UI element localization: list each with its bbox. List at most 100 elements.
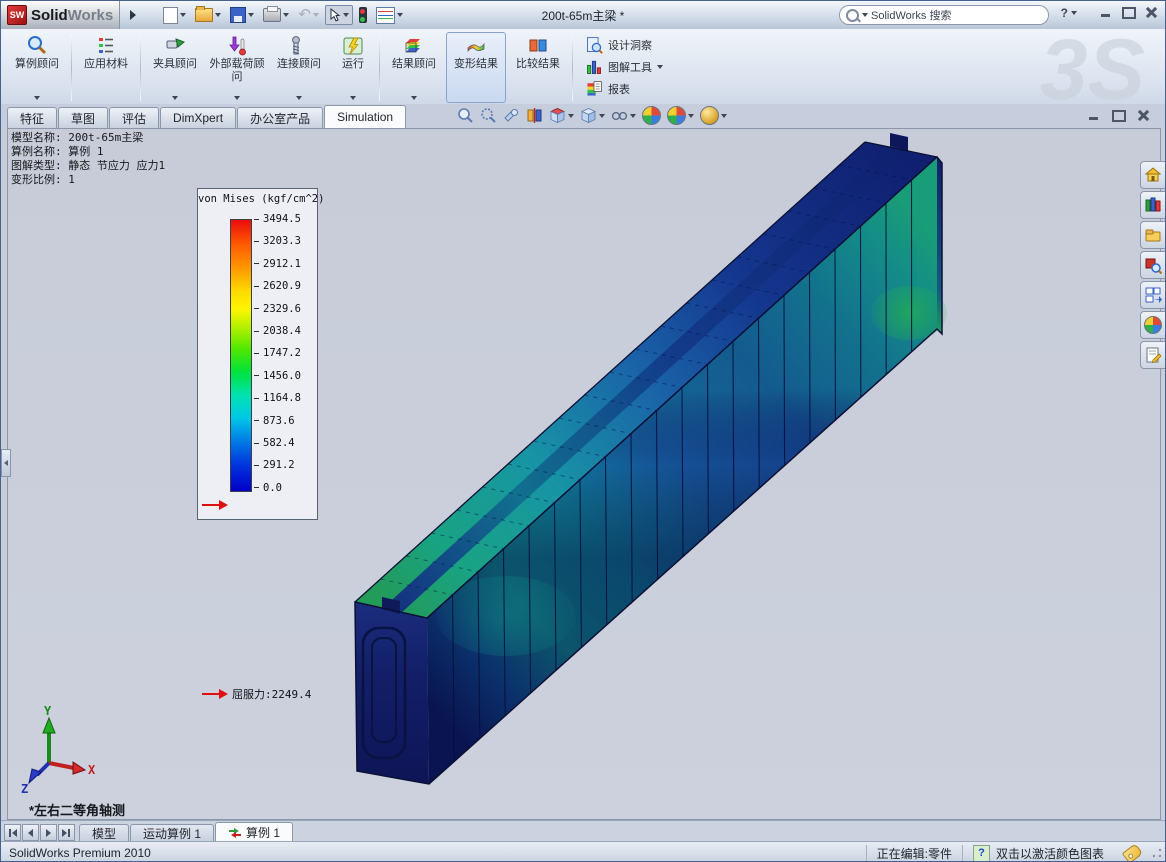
save-button[interactable]	[227, 5, 257, 25]
tag-icon[interactable]	[1122, 843, 1143, 862]
document-window-controls	[1086, 109, 1151, 122]
dropdown-arrow-icon[interactable]	[283, 13, 289, 17]
simulation-advisor-button[interactable]	[356, 5, 370, 25]
next-tab-button[interactable]	[40, 824, 57, 841]
close-button[interactable]	[1144, 6, 1159, 19]
dropdown-arrow-icon[interactable]	[34, 96, 40, 100]
report-button[interactable]: 报表	[585, 80, 663, 98]
tab-sketch[interactable]: 草图	[58, 107, 108, 128]
dropdown-arrow-icon[interactable]	[215, 13, 221, 17]
help-button[interactable]: ?	[1061, 6, 1077, 20]
connections-advisor-button[interactable]: 连接顾问	[269, 32, 329, 103]
tab-motion-study-1[interactable]: 运动算例 1	[130, 824, 214, 842]
stress-color-legend[interactable]: von Mises (kgf/cm^2) 3494.5 3203.3 2912.…	[197, 188, 318, 520]
model-name-line: 模型名称: 200t-65m主梁	[11, 131, 165, 145]
new-document-icon	[163, 7, 178, 24]
undo-button[interactable]: ↶	[295, 6, 322, 24]
zoom-to-area-button[interactable]	[480, 107, 497, 124]
search-pane-button[interactable]	[1140, 251, 1165, 279]
maximize-button[interactable]	[1121, 6, 1136, 19]
dropdown-arrow-icon[interactable]	[1071, 11, 1077, 15]
deformed-result-button[interactable]: 变形结果	[446, 32, 506, 103]
previous-tab-button[interactable]	[22, 824, 39, 841]
appearances-scenes-button[interactable]	[1140, 311, 1165, 339]
app-logo[interactable]: SW SolidWorks	[1, 1, 120, 29]
display-style-button[interactable]	[580, 107, 605, 124]
legend-color-bar[interactable]	[230, 219, 252, 492]
feature-pane-collapse-handle[interactable]	[1, 449, 11, 477]
document-minimize-button[interactable]	[1086, 109, 1101, 122]
design-insight-button[interactable]: 设计洞察	[585, 36, 663, 54]
document-restore-button[interactable]	[1111, 109, 1126, 122]
dropdown-arrow-icon[interactable]	[313, 13, 319, 17]
run-button[interactable]: 运行	[331, 32, 375, 103]
section-view-button[interactable]	[526, 107, 543, 124]
apply-material-icon	[95, 35, 117, 57]
new-document-button[interactable]	[160, 5, 189, 26]
tab-simulation[interactable]: Simulation	[324, 105, 406, 128]
tab-model[interactable]: 模型	[79, 824, 129, 842]
zoom-to-fit-button[interactable]	[457, 107, 474, 124]
tab-features[interactable]: 特征	[7, 107, 57, 128]
tab-dimxpert[interactable]: DimXpert	[160, 107, 236, 128]
plot-tools-button[interactable]: 图解工具	[585, 58, 663, 76]
graphics-viewport[interactable]	[7, 128, 1161, 820]
apply-scene-button[interactable]	[667, 106, 694, 125]
dropdown-arrow-icon[interactable]	[296, 96, 302, 100]
select-tool-button[interactable]	[325, 5, 353, 25]
view-palette-button[interactable]	[1140, 281, 1165, 309]
apply-material-button[interactable]: 应用材料	[76, 32, 136, 103]
first-tab-button[interactable]	[4, 824, 21, 841]
dropdown-arrow-icon[interactable]	[688, 114, 694, 118]
minimize-button[interactable]	[1098, 6, 1113, 19]
yield-strength-row: 屈服力:2249.4	[202, 686, 311, 702]
solidworks-resources-button[interactable]	[1140, 161, 1165, 189]
design-library-button[interactable]	[1140, 191, 1165, 219]
study-advisor-button[interactable]: 算例顾问	[7, 32, 67, 103]
dropdown-arrow-icon[interactable]	[599, 114, 605, 118]
edit-appearance-button[interactable]	[642, 106, 661, 125]
view-settings-button[interactable]	[700, 106, 727, 125]
dropdown-arrow-icon[interactable]	[657, 65, 663, 69]
dropdown-arrow-icon[interactable]	[411, 96, 417, 100]
custom-properties-button[interactable]	[1140, 341, 1165, 369]
print-icon	[263, 8, 281, 22]
last-tab-button[interactable]	[58, 824, 75, 841]
document-close-button[interactable]	[1136, 109, 1151, 122]
fixtures-advisor-button[interactable]: 夹具顾问	[145, 32, 205, 103]
search-cube-icon	[1144, 256, 1162, 274]
dropdown-arrow-icon[interactable]	[721, 114, 727, 118]
dropdown-arrow-icon[interactable]	[350, 96, 356, 100]
file-explorer-button[interactable]	[1140, 221, 1165, 249]
title-bar: SW SolidWorks ↶ 200t-65m主梁 *	[1, 1, 1165, 30]
menu-flyout-arrow-icon[interactable]	[130, 10, 136, 20]
solidworks-window: SW SolidWorks ↶ 200t-65m主梁 *	[0, 0, 1166, 862]
compare-results-button[interactable]: 比较结果	[508, 32, 568, 103]
open-button[interactable]	[192, 6, 224, 24]
dropdown-arrow-icon[interactable]	[343, 13, 349, 17]
dropdown-arrow-icon[interactable]	[180, 13, 186, 17]
dropdown-arrow-icon[interactable]	[172, 96, 178, 100]
options-list-button[interactable]	[373, 5, 406, 26]
dropdown-arrow-icon[interactable]	[397, 13, 403, 17]
results-advisor-button[interactable]: 结果顾问	[384, 32, 444, 103]
resize-grip[interactable]	[1151, 847, 1163, 859]
external-loads-advisor-button[interactable]: 外部载荷顾问	[207, 32, 267, 103]
previous-view-button[interactable]	[503, 107, 520, 124]
standard-toolbar: ↶	[160, 5, 406, 26]
dropdown-arrow-icon[interactable]	[234, 96, 240, 100]
view-orientation-button[interactable]	[549, 107, 574, 124]
hide-show-items-button[interactable]	[611, 107, 636, 124]
open-folder-icon	[195, 8, 213, 22]
search-box[interactable]: SolidWorks 搜索	[839, 5, 1049, 25]
tab-office-products[interactable]: 办公室产品	[237, 107, 323, 128]
dropdown-arrow-icon[interactable]	[568, 114, 574, 118]
tab-study-1[interactable]: 算例 1	[215, 822, 293, 842]
dropdown-arrow-icon[interactable]	[630, 114, 636, 118]
dropdown-arrow-icon[interactable]	[248, 13, 254, 17]
tab-evaluate[interactable]: 评估	[109, 107, 159, 128]
run-icon	[342, 35, 364, 57]
dropdown-arrow-icon[interactable]	[862, 13, 868, 17]
edit-appearance-icon	[642, 106, 661, 125]
print-button[interactable]	[260, 6, 292, 24]
